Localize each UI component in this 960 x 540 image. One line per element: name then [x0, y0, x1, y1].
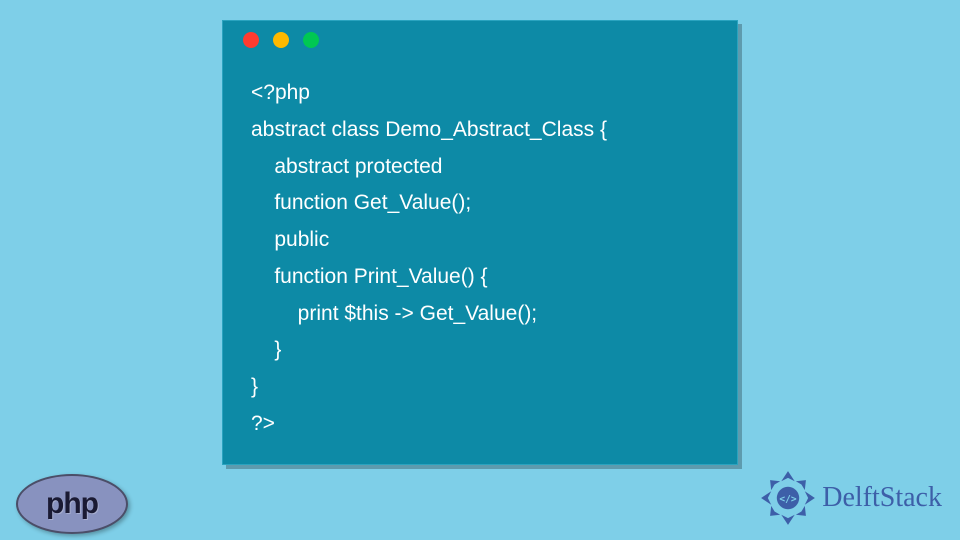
code-window: <?php abstract class Demo_Abstract_Class… — [222, 20, 738, 465]
minimize-icon — [273, 32, 289, 48]
close-icon — [243, 32, 259, 48]
delftstack-brand: </> DelftStack — [760, 470, 942, 526]
svg-text:</>: </> — [780, 494, 797, 505]
maximize-icon — [303, 32, 319, 48]
window-titlebar — [223, 21, 737, 59]
php-logo: php — [16, 474, 128, 534]
delftstack-brand-text: DelftStack — [822, 482, 942, 514]
php-logo-text: php — [46, 487, 98, 521]
code-snippet: <?php abstract class Demo_Abstract_Class… — [223, 59, 737, 463]
delftstack-logo-icon: </> — [760, 470, 816, 526]
